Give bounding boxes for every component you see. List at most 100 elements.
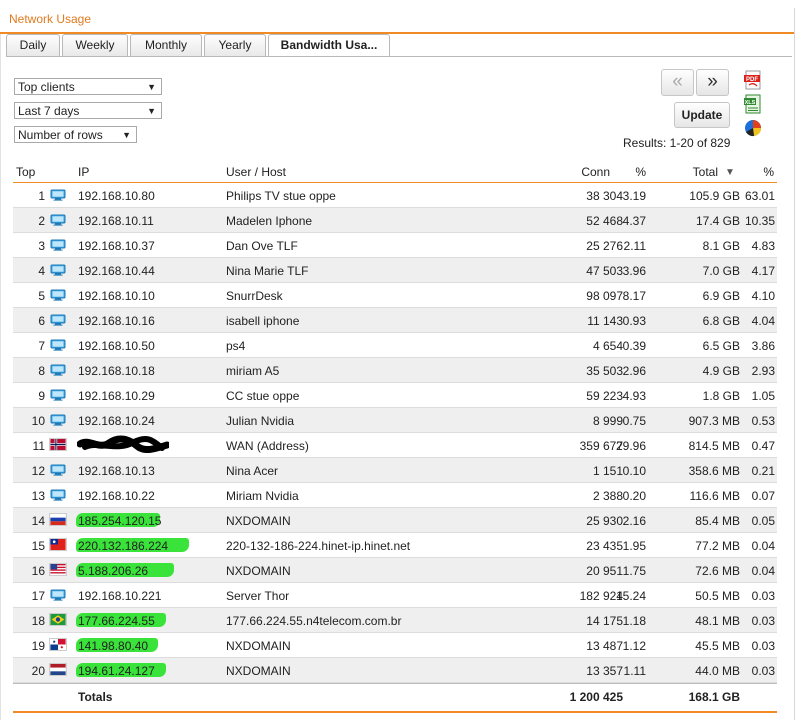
client-ip[interactable]: 192.168.10.16 xyxy=(78,314,155,328)
chevron-down-icon: ▼ xyxy=(122,130,131,140)
pdf-icon[interactable]: PDF xyxy=(742,70,764,90)
user-host[interactable]: NXDOMAIN xyxy=(226,639,291,653)
table-row[interactable]: 1 192.168.10.80 Philips TV stue oppe 38 304… xyxy=(13,183,777,208)
user-host[interactable]: ps4 xyxy=(226,339,245,353)
user-host[interactable]: Server Thor xyxy=(226,589,289,603)
table-row[interactable]: 10 192.168.10.24 Julian Nvidia 8 999 0.75 907… xyxy=(13,408,777,433)
totals-conn: 1 200 425 xyxy=(569,690,623,704)
table-row[interactable]: 14 185.254.120.15 NXDOMAIN 25 930 2.16 85.4 M… xyxy=(13,508,777,533)
total-bytes: 48.1 MB xyxy=(695,614,740,628)
table-row[interactable]: 7 192.168.10.50 ps4 4 654 0.39 6.5 GB 3.86 xyxy=(13,333,777,358)
table-row[interactable]: 20 194.61.24.127 NXDOMAIN 13 357 1.11 44.0 MB… xyxy=(13,658,777,683)
table-row[interactable]: 11 WAN (Address) 359 677 29.96 814.5 MB 0.47 xyxy=(13,433,777,458)
column-header-ip[interactable]: IP xyxy=(78,165,89,179)
client-ip[interactable]: 192.168.10.18 xyxy=(78,364,155,378)
client-ip[interactable]: 192.168.10.24 xyxy=(78,414,155,428)
user-host[interactable]: WAN (Address) xyxy=(226,439,309,453)
table-row[interactable]: 5 192.168.10.10 SnurrDesk 98 097 8.17 6.9 GB 4… xyxy=(13,283,777,308)
column-header-conn-percent[interactable]: % xyxy=(630,165,646,179)
pie-chart-icon[interactable] xyxy=(742,118,764,138)
chevron-down-icon: ▼ xyxy=(147,82,156,92)
user-host[interactable]: 220-132-186-224.hinet-ip.hinet.net xyxy=(226,539,410,553)
connections-percent: 2.16 xyxy=(622,514,646,528)
client-ip[interactable]: 192.168.10.44 xyxy=(78,264,155,278)
total-bytes: 45.5 MB xyxy=(695,639,740,653)
client-ip[interactable]: 5.188.206.26 xyxy=(78,564,148,578)
column-header-top[interactable]: Top xyxy=(16,165,35,179)
user-host[interactable]: miriam A5 xyxy=(226,364,279,378)
rank: 13 xyxy=(31,489,45,503)
table-row[interactable]: 8 192.168.10.18 miriam A5 35 503 2.96 4.9 GB 2… xyxy=(13,358,777,383)
user-host[interactable]: Philips TV stue oppe xyxy=(226,189,336,203)
table-row[interactable]: 17 192.168.10.221 Server Thor 182 924 15.24 5… xyxy=(13,583,777,608)
connections-percent: 8.17 xyxy=(622,289,646,303)
next-page-button[interactable]: » xyxy=(696,69,729,96)
client-ip[interactable]: 192.168.10.11 xyxy=(78,214,154,228)
client-ip[interactable]: 192.168.10.10 xyxy=(78,289,155,303)
table-row[interactable]: 3 192.168.10.37 Dan Ove TLF 25 276 2.11 8.1 G… xyxy=(13,233,777,258)
sort-descending-icon[interactable]: ▼ xyxy=(725,167,735,178)
user-host[interactable]: Nina Acer xyxy=(226,464,278,478)
computer-icon xyxy=(50,589,66,601)
tab-daily[interactable]: Daily xyxy=(6,34,60,56)
tab-yearly[interactable]: Yearly xyxy=(204,34,266,56)
column-header-user-host[interactable]: User / Host xyxy=(226,165,286,179)
connections-percent: 0.75 xyxy=(622,414,646,428)
period-select[interactable]: Last 7 days ▼ xyxy=(14,102,162,119)
client-ip[interactable]: 141.98.80.40 xyxy=(78,639,148,653)
client-ip[interactable]: 192.168.10.50 xyxy=(78,339,155,353)
table-row[interactable]: 12 192.168.10.13 Nina Acer 1 151 0.10 358.6 M… xyxy=(13,458,777,483)
table-row[interactable]: 4 192.168.10.44 Nina Marie TLF 47 503 3.96 7.… xyxy=(13,258,777,283)
tab-weekly[interactable]: Weekly xyxy=(62,34,128,56)
user-host[interactable]: NXDOMAIN xyxy=(226,564,291,578)
user-host[interactable]: Miriam Nvidia xyxy=(226,489,299,503)
user-host[interactable]: 177.66.224.55.n4telecom.com.br xyxy=(226,614,401,628)
column-header-total[interactable]: Total xyxy=(680,165,718,179)
total-percent: 0.04 xyxy=(751,564,775,578)
view-select[interactable]: Top clients ▼ xyxy=(14,78,162,95)
rank: 20 xyxy=(31,664,45,678)
previous-page-button[interactable]: « xyxy=(661,69,694,96)
table-row[interactable]: 9 192.168.10.29 CC stue oppe 59 223 4.93 1.8 … xyxy=(13,383,777,408)
client-ip[interactable]: 220.132.186.224 xyxy=(78,539,168,553)
computer-icon xyxy=(50,414,66,426)
client-ip[interactable]: 177.66.224.55 xyxy=(78,614,155,628)
table-row[interactable]: 6 192.168.10.16 isabell iphone 11 143 0.93 6.… xyxy=(13,308,777,333)
tab-bandwidth-usage[interactable]: Bandwidth Usa... xyxy=(268,34,390,57)
total-bytes: 6.9 GB xyxy=(702,289,740,303)
column-header-conn[interactable]: Conn xyxy=(570,165,610,179)
client-ip[interactable]: 192.168.10.13 xyxy=(78,464,155,478)
user-host[interactable]: Nina Marie TLF xyxy=(226,264,308,278)
client-ip[interactable]: 194.61.24.127 xyxy=(78,664,155,678)
client-ip[interactable]: 185.254.120.15 xyxy=(78,514,161,528)
client-ip[interactable]: 192.168.10.37 xyxy=(78,239,155,253)
user-host[interactable]: NXDOMAIN xyxy=(226,664,291,678)
user-host[interactable]: CC stue oppe xyxy=(226,389,299,403)
total-percent: 3.86 xyxy=(751,339,775,353)
computer-icon xyxy=(50,289,66,301)
xls-icon[interactable]: XLS xyxy=(742,94,764,114)
client-ip[interactable]: 192.168.10.80 xyxy=(78,189,155,203)
user-host[interactable]: Madelen Iphone xyxy=(226,214,312,228)
tab-monthly[interactable]: Monthly xyxy=(130,34,202,56)
client-ip[interactable]: 192.168.10.22 xyxy=(78,489,155,503)
column-header-total-percent[interactable]: % xyxy=(758,165,774,179)
rows-select[interactable]: Number of rows ▼ xyxy=(14,126,137,143)
update-button[interactable]: Update xyxy=(674,102,730,128)
table-row[interactable]: 15 220.132.186.224 220-132-186-224.hinet-i… xyxy=(13,533,777,558)
table-row[interactable]: 18 177.66.224.55 177.66.224.55.n4telecom.c… xyxy=(13,608,777,633)
user-host[interactable]: NXDOMAIN xyxy=(226,514,291,528)
user-host[interactable]: SnurrDesk xyxy=(226,289,283,303)
rank: 5 xyxy=(38,289,45,303)
client-ip[interactable]: 192.168.10.221 xyxy=(78,589,161,603)
user-host[interactable]: isabell iphone xyxy=(226,314,299,328)
user-host[interactable]: Julian Nvidia xyxy=(226,414,294,428)
table-row[interactable]: 2 192.168.10.11 Madelen Iphone 52 468 4.37 17… xyxy=(13,208,777,233)
table-bottom-border xyxy=(13,711,777,713)
table-row[interactable]: 19 141.98.80.40 NXDOMAIN 13 487 1.12 45.5 MB 0… xyxy=(13,633,777,658)
table-row[interactable]: 16 5.188.206.26 NXDOMAIN 20 951 1.75 72.6 MB 0… xyxy=(13,558,777,583)
table-row[interactable]: 13 192.168.10.22 Miriam Nvidia 2 388 0.20 116… xyxy=(13,483,777,508)
user-host[interactable]: Dan Ove TLF xyxy=(226,239,298,253)
client-ip[interactable]: 192.168.10.29 xyxy=(78,389,155,403)
computer-icon xyxy=(50,389,66,401)
